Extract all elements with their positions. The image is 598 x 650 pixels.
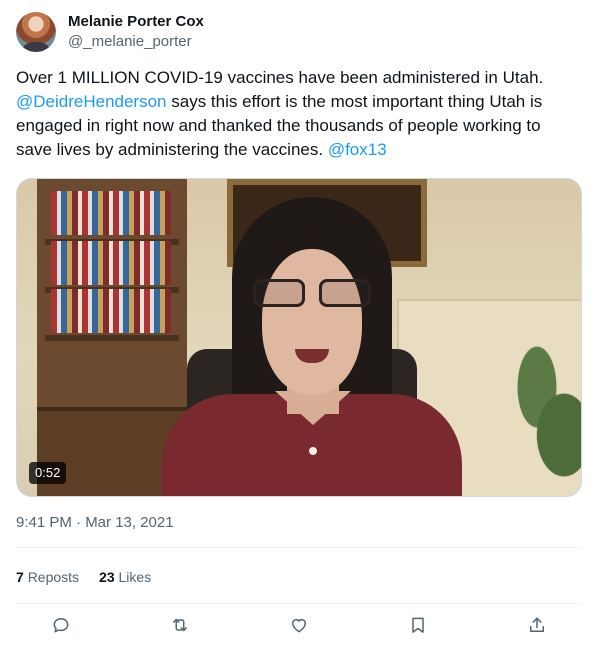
tweet-timestamp[interactable]: 9:41 PM · Mar 13, 2021 bbox=[16, 513, 174, 533]
tweet-text: Over 1 MILLION COVID-19 vaccines have be… bbox=[16, 66, 576, 162]
reply-icon bbox=[51, 615, 71, 640]
divider bbox=[16, 603, 582, 604]
books bbox=[51, 289, 171, 333]
reply-button[interactable] bbox=[46, 612, 76, 642]
video-person-face bbox=[262, 249, 362, 394]
avatar-shoulders bbox=[22, 42, 50, 52]
author-names: Melanie Porter Cox @_melanie_porter bbox=[68, 12, 204, 52]
repost-button[interactable] bbox=[165, 612, 195, 642]
share-icon bbox=[527, 615, 547, 640]
reposts-label: Reposts bbox=[27, 569, 80, 585]
books bbox=[51, 191, 171, 235]
author-handle[interactable]: @_melanie_porter bbox=[68, 32, 204, 52]
bookmark-button[interactable] bbox=[403, 612, 433, 642]
books bbox=[51, 241, 171, 285]
glasses-lens-right bbox=[319, 279, 371, 307]
engagement-stats: 7 Reposts 23 Likes bbox=[16, 567, 151, 587]
repost-icon bbox=[170, 615, 190, 640]
share-button[interactable] bbox=[522, 612, 552, 642]
tweet-header: Melanie Porter Cox @_melanie_porter bbox=[16, 12, 204, 52]
video-plant bbox=[501, 339, 581, 496]
like-icon bbox=[289, 615, 309, 640]
bookmark-icon bbox=[408, 615, 428, 640]
tweet: Melanie Porter Cox @_melanie_porter Over… bbox=[0, 0, 598, 650]
likes-count: 23 bbox=[99, 569, 115, 585]
video-duration-badge: 0:52 bbox=[29, 462, 67, 484]
divider bbox=[16, 547, 582, 548]
glasses-lens-left bbox=[253, 279, 305, 307]
mention-fox13[interactable]: @fox13 bbox=[328, 140, 387, 159]
action-bar bbox=[46, 612, 552, 642]
mention-deidrehenderson[interactable]: @DeidreHenderson bbox=[16, 92, 167, 111]
reposts-count: 7 bbox=[16, 569, 24, 585]
likes-stat[interactable]: 23 Likes bbox=[99, 567, 151, 587]
video-player[interactable]: 0:52 bbox=[16, 178, 582, 497]
reposts-stat[interactable]: 7 Reposts bbox=[16, 567, 79, 587]
like-button[interactable] bbox=[284, 612, 314, 642]
shelf bbox=[45, 335, 179, 341]
tweet-text-part1: Over 1 MILLION COVID-19 vaccines have be… bbox=[16, 68, 544, 87]
author-display-name[interactable]: Melanie Porter Cox bbox=[68, 12, 204, 32]
video-person-glasses bbox=[253, 279, 371, 309]
avatar[interactable] bbox=[16, 12, 56, 52]
video-person-pendant bbox=[309, 447, 317, 455]
likes-label: Likes bbox=[118, 569, 152, 585]
